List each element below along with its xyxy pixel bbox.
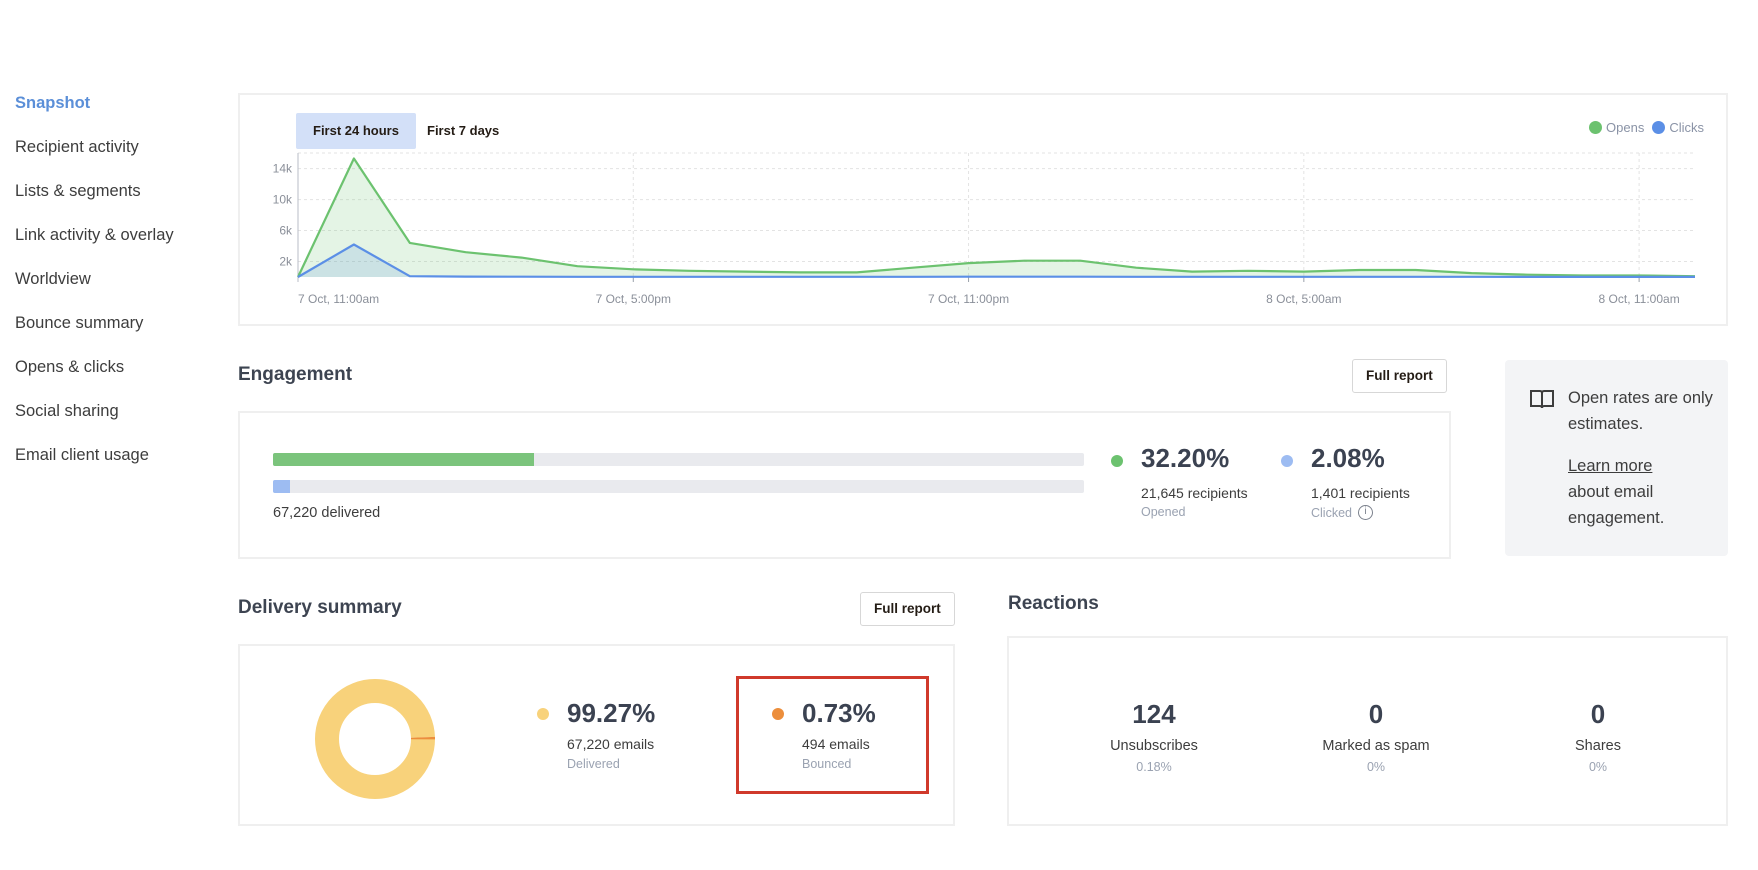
- learn-more-link[interactable]: Learn more: [1568, 453, 1652, 479]
- donut-segment-delivered: [315, 679, 435, 799]
- clicked-progress-bar: [273, 480, 1084, 493]
- y-tick-label: 10k: [273, 193, 293, 207]
- opened-progress-bar: [273, 453, 1084, 466]
- spam-count: 0: [1368, 699, 1384, 729]
- bounced-highlight-box: [736, 676, 929, 794]
- sidebar-item-opens-clicks[interactable]: Opens & clicks: [15, 356, 215, 400]
- report-sidebar-nav: Snapshot Recipient activity Lists & segm…: [15, 92, 215, 488]
- x-tick-label: 8 Oct, 5:00am: [1266, 292, 1341, 306]
- clicked-percentage: 2.08%: [1311, 443, 1385, 473]
- delivered-emails: 67,220 emails: [567, 736, 655, 752]
- engagement-full-report-button[interactable]: Full report: [1352, 359, 1447, 393]
- shares-count: 0: [1590, 699, 1606, 729]
- reactions-title: Reactions: [1008, 593, 1099, 614]
- reaction-shares: 0 Shares 0%: [1488, 698, 1708, 774]
- opened-dot-icon: [1111, 455, 1123, 467]
- spam-label: Marked as spam: [1322, 738, 1430, 754]
- activity-chart-card: First 24 hours First 7 days Opens Clicks…: [238, 93, 1728, 326]
- reaction-spam: 0 Marked as spam 0%: [1266, 698, 1486, 774]
- sidebar-item-worldview[interactable]: Worldview: [15, 268, 215, 312]
- sidebar-item-social-sharing[interactable]: Social sharing: [15, 400, 215, 444]
- delivery-summary-title: Delivery summary: [238, 597, 402, 618]
- book-icon: [1530, 390, 1554, 409]
- open-rates-info-box: Open rates are only estimates. Learn mor…: [1505, 360, 1728, 556]
- reactions-card: 124 Unsubscribes 0.18% 0 Marked as spam …: [1007, 636, 1728, 826]
- info-tail-text: about email engagement.: [1568, 483, 1665, 527]
- delivered-dot-icon: [537, 708, 549, 720]
- sidebar-item-bounce-summary[interactable]: Bounce summary: [15, 312, 215, 356]
- engagement-title: Engagement: [238, 364, 353, 385]
- info-text-block: Open rates are only estimates. Learn mor…: [1568, 385, 1718, 531]
- activity-line-chart: 2k 6k 10k 14k 7 Oct, 11:00am 7 Oct, 5:00pm 7 O…: [273, 152, 1696, 306]
- unsubscribes-count: 124: [1132, 699, 1176, 729]
- delivery-donut-chart: [315, 679, 435, 799]
- x-tick-label: 7 Oct, 11:00pm: [928, 292, 1009, 306]
- engagement-card: 67,220 delivered 32.20% 21,645 recipient…: [238, 411, 1451, 559]
- unsubscribes-pct: 0.18%: [1136, 760, 1172, 774]
- delivered-label: Delivered: [567, 757, 620, 771]
- clicked-progress-fill: [273, 480, 290, 493]
- spam-pct: 0%: [1366, 760, 1386, 774]
- sidebar-item-link-activity[interactable]: Link activity & overlay: [15, 224, 215, 268]
- x-tick-label: 8 Oct, 11:00am: [1599, 292, 1680, 306]
- y-tick-label: 6k: [279, 224, 293, 238]
- opened-progress-fill: [273, 453, 535, 466]
- clicked-recipients: 1,401 recipients: [1311, 485, 1410, 501]
- series-area-opens: [298, 158, 1695, 277]
- sidebar-item-email-client-usage[interactable]: Email client usage: [15, 444, 215, 488]
- y-tick-label: 14k: [273, 162, 293, 176]
- unsubscribes-label: Unsubscribes: [1110, 738, 1198, 754]
- opened-label-text: Opened: [1141, 505, 1186, 519]
- sidebar-item-snapshot[interactable]: Snapshot: [15, 92, 215, 136]
- sidebar-item-lists-segments[interactable]: Lists & segments: [15, 180, 215, 224]
- clicked-label-text: Clicked: [1311, 505, 1352, 520]
- x-tick-label: 7 Oct, 5:00pm: [596, 292, 671, 306]
- delivered-percentage: 99.27%: [567, 698, 656, 728]
- reaction-unsubscribes: 124 Unsubscribes 0.18%: [1044, 698, 1264, 774]
- delivery-full-report-button[interactable]: Full report: [860, 592, 955, 626]
- shares-label: Shares: [1575, 738, 1621, 754]
- opened-percentage: 32.20%: [1141, 443, 1230, 473]
- y-tick-label: 2k: [279, 255, 293, 269]
- x-tick-label: 7 Oct, 11:00am: [298, 292, 379, 306]
- sidebar-item-recipient-activity[interactable]: Recipient activity: [15, 136, 215, 180]
- opened-recipients: 21,645 recipients: [1141, 485, 1248, 501]
- info-text: Open rates are only estimates.: [1568, 389, 1713, 433]
- shares-pct: 0%: [1588, 760, 1608, 774]
- clicked-dot-icon: [1281, 455, 1293, 467]
- info-icon[interactable]: i: [1358, 505, 1373, 520]
- clicked-label: Clicked i: [1311, 505, 1373, 520]
- delivered-count: 67,220 delivered: [273, 505, 381, 521]
- opened-label: Opened: [1141, 505, 1185, 519]
